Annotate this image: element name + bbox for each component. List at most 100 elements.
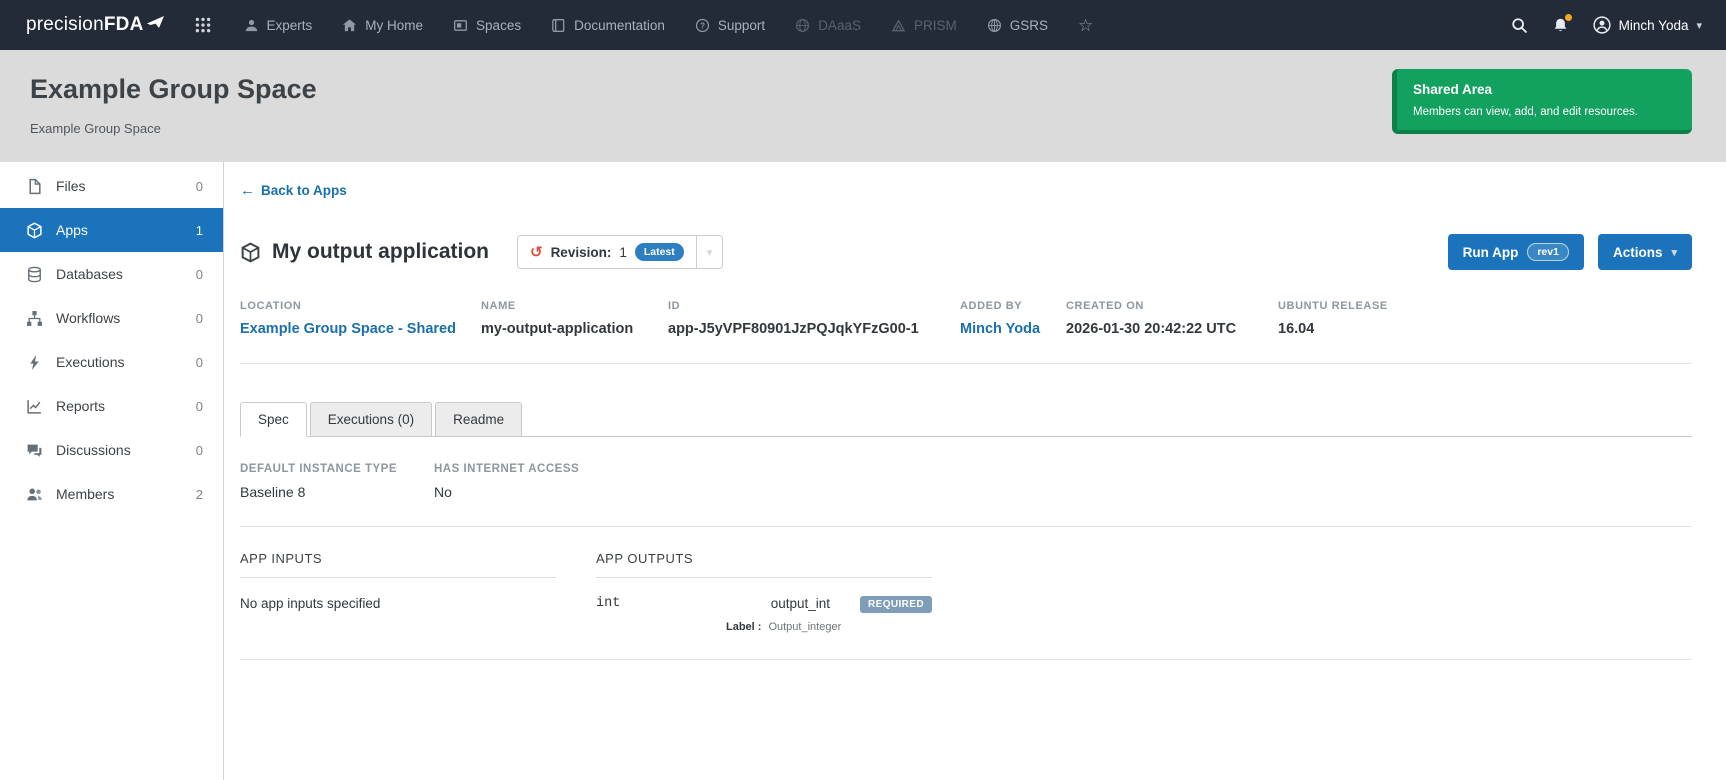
nav-item-support[interactable]: ? Support — [695, 18, 765, 33]
nav-item-spaces[interactable]: Spaces — [453, 18, 521, 33]
nav-item-my-home[interactable]: My Home — [342, 18, 423, 33]
spec-panel: DEFAULT INSTANCE TYPE Baseline 8 HAS INT… — [240, 437, 1692, 660]
navbar-right: Minch Yoda ▾ — [1511, 13, 1702, 34]
experts-icon — [244, 18, 259, 33]
sidebar-item-count: 0 — [195, 178, 203, 194]
nav-item-daaas[interactable]: DAaaS — [795, 18, 861, 33]
meta-added-by: ADDED BY Minch Yoda — [960, 300, 1066, 337]
chevron-down-icon: ▾ — [1696, 19, 1702, 32]
sidebar-item-reports[interactable]: Reports 0 — [0, 384, 223, 428]
sidebar-item-label: Files — [56, 178, 86, 194]
nav-item-prism[interactable]: PRISM — [891, 18, 957, 33]
tab-executions[interactable]: Executions (0) — [309, 402, 433, 437]
app-inputs-empty-text: No app inputs specified — [240, 596, 381, 611]
sidebar-item-workflows[interactable]: Workflows 0 — [0, 296, 223, 340]
tab-bar: Spec Executions (0) Readme — [240, 402, 1692, 437]
favorites-star-icon[interactable]: ☆ — [1078, 17, 1093, 34]
revision-dropdown-toggle[interactable]: ▾ — [695, 236, 723, 268]
sidebar-item-count: 0 — [195, 266, 203, 282]
internet-access: HAS INTERNET ACCESS No — [434, 463, 579, 500]
search-icon[interactable] — [1511, 17, 1528, 34]
sidebar-item-count: 0 — [195, 354, 203, 370]
chart-icon — [26, 398, 43, 415]
tab-spec[interactable]: Spec — [240, 402, 307, 437]
actions-button[interactable]: Actions ▾ — [1597, 234, 1692, 270]
run-app-button[interactable]: Run App rev1 — [1447, 234, 1584, 270]
comments-icon — [26, 442, 43, 459]
spec-value: Baseline 8 — [240, 484, 306, 500]
output-type: int — [596, 596, 621, 611]
output-label-value: Output_integer — [768, 621, 842, 633]
meta-value: 2026-01-30 20:42:22 UTC — [1066, 321, 1237, 337]
nav-item-label: PRISM — [913, 17, 957, 33]
back-arrow-icon: ← — [240, 182, 255, 199]
run-app-label: Run App — [1462, 244, 1519, 260]
support-icon: ? — [695, 18, 710, 33]
spec-value: No — [434, 484, 452, 500]
sidebar-item-count: 0 — [195, 310, 203, 326]
latest-badge: Latest — [634, 243, 684, 261]
nav-item-label: Spaces — [476, 17, 522, 33]
spaces-icon — [453, 18, 468, 33]
meta-value: 16.04 — [1278, 321, 1315, 337]
workflow-icon — [26, 310, 43, 327]
nav-item-label: Documentation — [574, 17, 665, 33]
nav-item-gsrs[interactable]: GSRS — [987, 18, 1048, 33]
page-header: Example Group Space Example Group Space … — [0, 50, 1726, 162]
sidebar-item-label: Workflows — [56, 310, 121, 326]
sidebar-item-files[interactable]: Files 0 — [0, 164, 223, 208]
chevron-down-icon: ▾ — [1671, 246, 1677, 259]
home-icon — [342, 18, 357, 33]
divider — [240, 363, 1692, 364]
revision-number: 1 — [619, 244, 627, 260]
location-link[interactable]: Example Group Space - Shared — [240, 321, 469, 337]
app-outputs-title: APP OUTPUTS — [596, 551, 932, 578]
output-row: int output_int REQUIRED — [596, 596, 932, 613]
brand-text-bold: FDA — [103, 14, 144, 35]
apps-grid-icon[interactable] — [194, 16, 212, 34]
user-name: Minch Yoda — [1618, 17, 1689, 33]
added-by-link[interactable]: Minch Yoda — [960, 321, 1054, 337]
meta-name: NAME my-output-application — [481, 300, 668, 337]
actions-label: Actions — [1612, 244, 1663, 260]
sidebar-item-members[interactable]: Members 2 — [0, 472, 223, 516]
app-title: My output application — [272, 240, 489, 263]
precisionfda-logo[interactable]: precision FDA — [26, 14, 166, 36]
svg-text:?: ? — [700, 21, 705, 30]
notifications-bell-icon[interactable] — [1552, 13, 1572, 34]
shared-area-title: Shared Area — [1413, 82, 1493, 97]
sidebar-item-executions[interactable]: Executions 0 — [0, 340, 223, 384]
nav-item-experts[interactable]: Experts — [244, 18, 312, 33]
meta-id: ID app-J5yVPF80901JzPQJqkYFzG00-1 — [668, 300, 960, 337]
sidebar-item-label: Members — [56, 486, 115, 502]
nav-item-label: My Home — [365, 17, 424, 33]
app-metadata: LOCATION Example Group Space - Shared NA… — [240, 300, 1692, 337]
nav-item-label: DAaaS — [818, 17, 861, 33]
nav-item-documentation[interactable]: Documentation — [551, 18, 665, 33]
run-app-rev-badge: rev1 — [1527, 243, 1569, 261]
default-instance-type: DEFAULT INSTANCE TYPE Baseline 8 — [240, 463, 434, 500]
user-avatar-icon — [1593, 16, 1611, 34]
top-navbar: precision FDA Experts My Home Spaces Docu… — [0, 0, 1726, 50]
documentation-icon — [551, 18, 566, 33]
sidebar-item-label: Executions — [56, 354, 125, 370]
meta-label: NAME — [481, 300, 516, 312]
output-name: output_int — [770, 596, 831, 611]
meta-label: ADDED BY — [960, 300, 1023, 312]
tab-readme[interactable]: Readme — [435, 402, 523, 437]
sidebar-item-databases[interactable]: Databases 0 — [0, 252, 223, 296]
user-menu[interactable]: Minch Yoda ▾ — [1593, 16, 1702, 34]
sidebar-item-label: Databases — [56, 266, 123, 282]
back-to-apps-link[interactable]: ← Back to Apps — [240, 182, 347, 199]
shared-area-banner: Shared Area Members can view, add, and e… — [1392, 69, 1692, 134]
meta-location: LOCATION Example Group Space - Shared — [240, 300, 481, 337]
main-nav: Experts My Home Spaces Documentation ? S… — [244, 17, 1093, 34]
sidebar-item-apps[interactable]: Apps 1 — [0, 208, 223, 252]
sidebar-item-label: Discussions — [56, 442, 131, 458]
daaas-icon — [795, 18, 810, 33]
sidebar-item-discussions[interactable]: Discussions 0 — [0, 428, 223, 472]
cube-icon — [26, 221, 43, 239]
notification-dot — [1564, 13, 1572, 21]
app-outputs-section: APP OUTPUTS int output_int REQUIRED Labe… — [596, 551, 932, 633]
revision-selector[interactable]: ↺ Revision: 1 Latest ▾ — [516, 235, 724, 269]
